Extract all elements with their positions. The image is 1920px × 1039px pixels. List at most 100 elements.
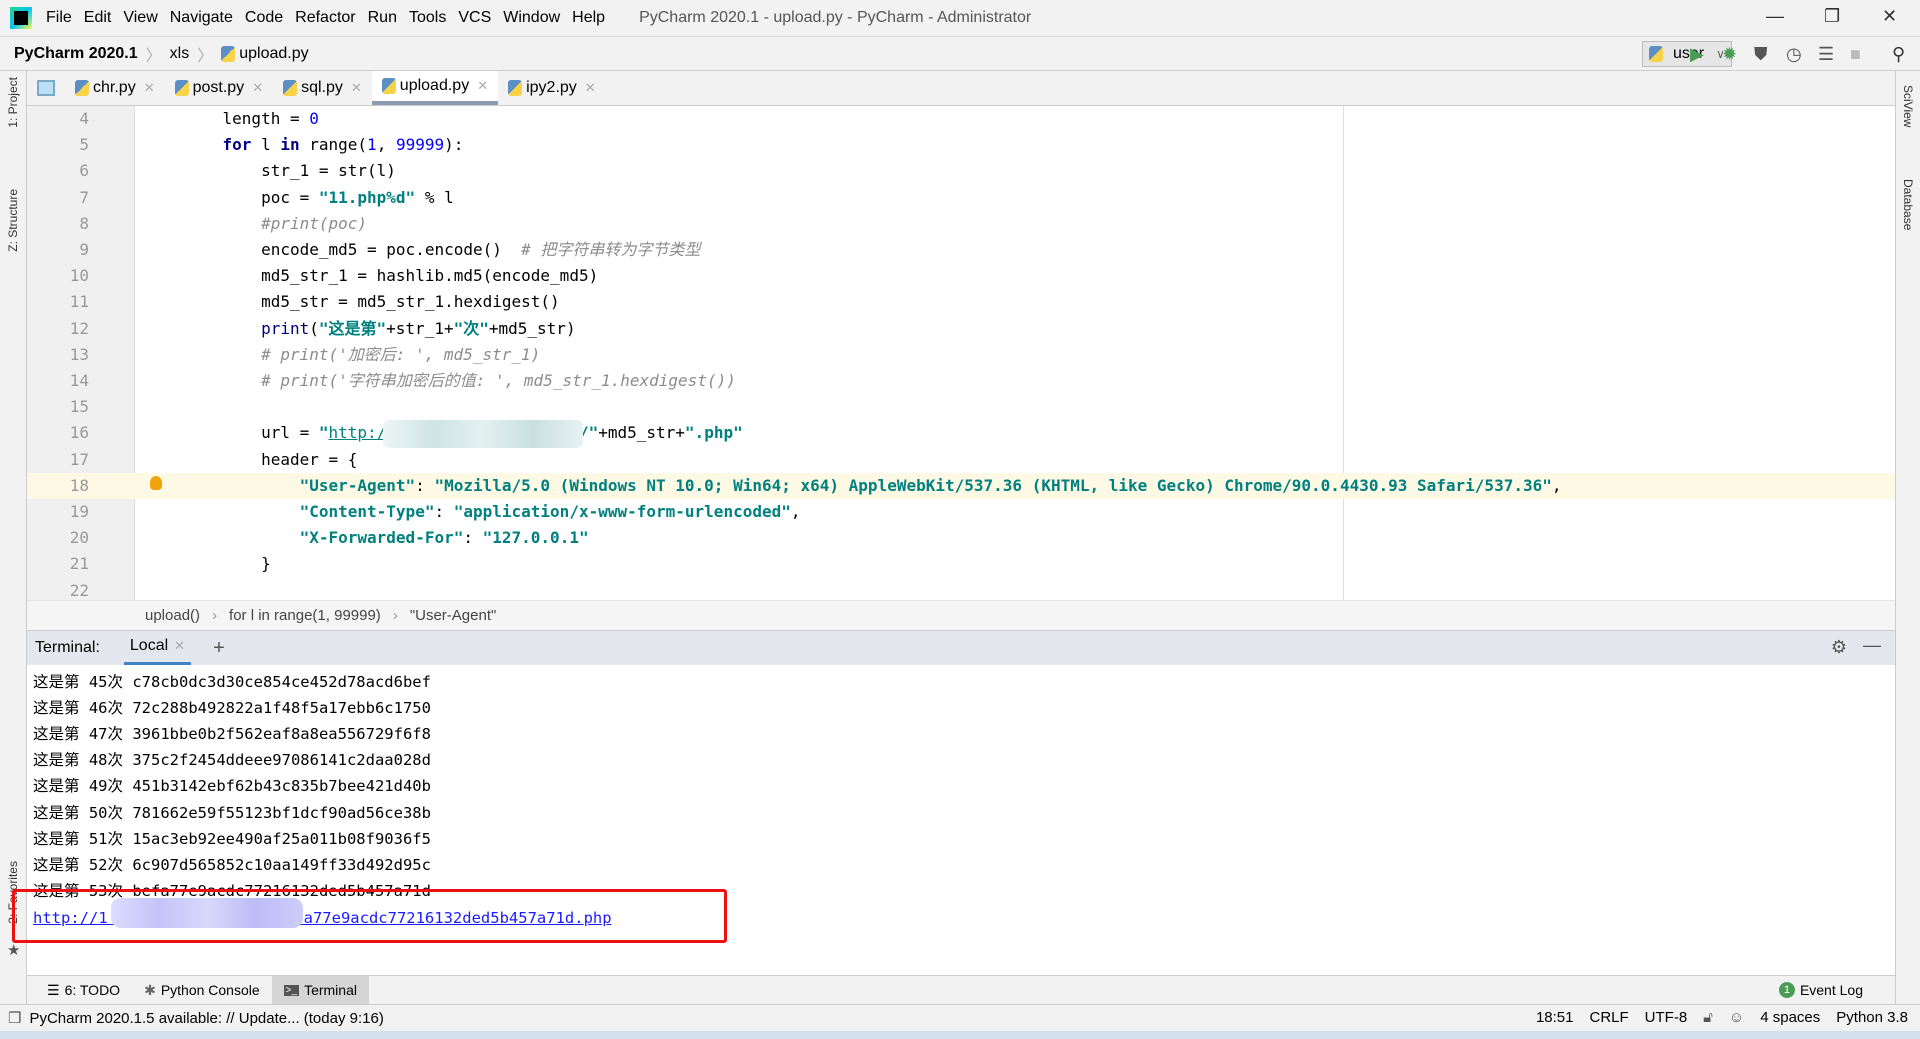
- breadcrumb-loop[interactable]: for l in range(1, 99999): [229, 607, 381, 624]
- menu-tools[interactable]: Tools: [409, 9, 446, 27]
- menu-run[interactable]: Run: [368, 9, 397, 27]
- coverage-icon[interactable]: ⛊: [1754, 44, 1768, 65]
- tool-tab-label: 6: TODO: [64, 982, 121, 998]
- project-tool-button[interactable]: 1: Project: [6, 77, 20, 128]
- code-line: 9 encode_md5 = poc.encode() # 把字符串转为字节类型: [27, 237, 1895, 263]
- concurrency-icon[interactable]: ☰: [1818, 44, 1834, 65]
- code-token: header = {: [184, 449, 358, 469]
- code-token: +str_1+: [386, 318, 454, 338]
- menu-window[interactable]: Window: [503, 9, 560, 27]
- menu-navigate[interactable]: Navigate: [170, 9, 233, 27]
- python-console-tool-button[interactable]: ✱ Python Console: [132, 976, 272, 1004]
- structure-tool-button[interactable]: Z: Structure: [6, 189, 20, 252]
- tab-chr-py[interactable]: chr.py ✕: [65, 71, 165, 105]
- run-icon[interactable]: ▶: [1690, 44, 1704, 65]
- menu-file[interactable]: File: [46, 9, 72, 27]
- indent-setting[interactable]: 4 spaces: [1760, 1009, 1820, 1026]
- code-token: ,: [376, 135, 396, 155]
- breadcrumb-function[interactable]: upload(): [145, 607, 200, 624]
- tab-upload-py[interactable]: upload.py ✕: [371, 71, 499, 105]
- tab-label: sql.py: [301, 79, 343, 96]
- interpreter[interactable]: Python 3.8: [1836, 1009, 1908, 1026]
- line-number: 14: [69, 371, 89, 390]
- code-line: 14 # print('字符串加密后的值: ', md5_str_1.hexdi…: [27, 368, 1895, 394]
- gear-icon[interactable]: ⚙: [1831, 637, 1847, 658]
- code-token: 1: [367, 135, 377, 155]
- code-text: "User-Agent": "Mozilla/5.0 (Windows NT 1…: [184, 473, 1562, 499]
- crumb-folder[interactable]: xls: [170, 45, 190, 63]
- caret-position[interactable]: 18:51: [1536, 1009, 1574, 1026]
- inspector-icon[interactable]: ☺: [1729, 1009, 1744, 1026]
- debug-icon[interactable]: ✹: [1722, 44, 1737, 65]
- tab-label: chr.py: [93, 79, 136, 96]
- tab-post-py[interactable]: post.py ✕: [165, 71, 274, 105]
- menu-vcs[interactable]: VCS: [458, 9, 491, 27]
- code-token: :: [463, 528, 483, 548]
- crumb-project[interactable]: PyCharm 2020.1: [14, 45, 138, 63]
- line-separator[interactable]: CRLF: [1590, 1009, 1629, 1026]
- file-encoding[interactable]: UTF-8: [1645, 1009, 1688, 1026]
- code-token: "X-Forwarded-For": [299, 528, 464, 548]
- close-icon[interactable]: ✕: [351, 80, 362, 96]
- database-tool-button[interactable]: Database: [1901, 179, 1915, 230]
- tab-label: ipy2.py: [526, 79, 577, 96]
- line-number: 18: [69, 475, 89, 495]
- minimize-button[interactable]: —: [1766, 6, 1784, 27]
- terminal-label: Terminal:: [35, 639, 100, 656]
- editor-tabs: chr.py ✕ post.py ✕ sql.py ✕ upload.py ✕ ipy2…: [27, 71, 1895, 106]
- tool-tab-label: Python Console: [160, 982, 260, 998]
- todo-tool-button[interactable]: ☰ 6: TODO: [35, 976, 132, 1004]
- menu-refactor[interactable]: Refactor: [295, 9, 355, 27]
- lock-icon[interactable]: 🔓︎: [1703, 1009, 1713, 1026]
- tab-sql-py[interactable]: sql.py ✕: [273, 71, 372, 105]
- code-text: poc = "11.php%d" % l: [184, 185, 454, 211]
- terminal-tab-local[interactable]: Local ✕: [123, 631, 192, 666]
- terminal-line: 这是第 45次 c78cb0dc3d30ce854ce452d78acd6bef: [33, 673, 431, 691]
- crumb-file[interactable]: upload.py: [239, 45, 308, 63]
- code-token: md5_str_1 = hashlib.md5(encode_md5): [184, 266, 599, 286]
- close-icon[interactable]: ✕: [477, 78, 488, 94]
- terminal-tool-button[interactable]: >_ Terminal: [271, 976, 369, 1004]
- run-configuration-select[interactable]: user ∨: [1642, 41, 1732, 67]
- lightbulb-icon[interactable]: [150, 476, 162, 490]
- code-text: str_1 = str(l): [184, 158, 396, 184]
- sciview-tool-button[interactable]: SciView: [1901, 85, 1915, 127]
- python-file-icon: [174, 80, 189, 96]
- code-line: 21 }: [27, 551, 1895, 577]
- event-log-button[interactable]: 1 Event Log: [1767, 976, 1875, 1004]
- menu-code[interactable]: Code: [245, 9, 283, 27]
- code-token: % l: [415, 187, 454, 207]
- chevron-right-icon: ›: [392, 607, 398, 624]
- search-icon[interactable]: ⚲: [1892, 44, 1905, 65]
- status-message[interactable]: PyCharm 2020.1.5 available: // Update...…: [29, 1010, 383, 1027]
- tab-ipy2-py[interactable]: ipy2.py ✕: [498, 71, 606, 105]
- code-line: 15: [27, 394, 1895, 420]
- code-editor[interactable]: 4 length = 05 for l in range(1, 99999): 6…: [27, 106, 1895, 600]
- hide-icon[interactable]: —: [1863, 635, 1881, 656]
- menu-view[interactable]: View: [123, 9, 157, 27]
- notification-icon[interactable]: ❐: [8, 1009, 21, 1027]
- stop-icon[interactable]: ■: [1850, 44, 1861, 65]
- code-token: url =: [184, 423, 319, 443]
- code-line: 19 "Content-Type": "application/x-www-fo…: [27, 499, 1895, 525]
- close-window-button[interactable]: ✕: [1882, 6, 1897, 27]
- menu-edit[interactable]: Edit: [84, 9, 112, 27]
- pycharm-logo-icon: [10, 7, 32, 29]
- restore-button[interactable]: ❐: [1824, 6, 1840, 27]
- project-view-toggle[interactable]: [27, 71, 65, 105]
- add-terminal-icon[interactable]: +: [213, 637, 225, 660]
- close-icon[interactable]: ✕: [585, 80, 596, 96]
- profile-icon[interactable]: ◷: [1786, 44, 1802, 65]
- code-line: 12 print("这是第"+str_1+"次"+md5_str): [27, 316, 1895, 342]
- code-line: 16 url = "http:/ /"+md5_str+".php": [27, 420, 1895, 446]
- menu-help[interactable]: Help: [572, 9, 605, 27]
- close-icon[interactable]: ✕: [252, 80, 263, 96]
- chevron-right-icon: 〉: [197, 47, 214, 65]
- breadcrumb-key[interactable]: "User-Agent": [410, 607, 497, 624]
- close-icon[interactable]: ✕: [174, 638, 185, 654]
- close-icon[interactable]: ✕: [144, 80, 155, 96]
